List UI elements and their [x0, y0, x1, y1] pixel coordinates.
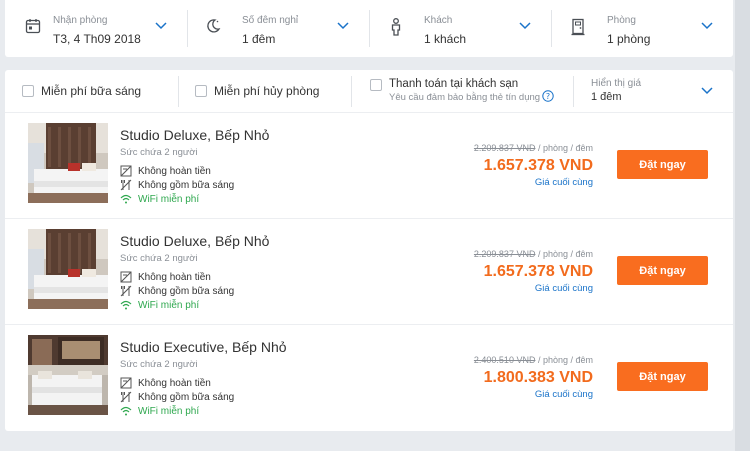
nights-value: 1 đêm — [242, 32, 276, 46]
nights-label: Số đêm nghỉ — [242, 15, 299, 26]
feature-no-refund: Không hoàn tiền — [120, 271, 211, 283]
person-icon — [391, 18, 401, 36]
discounted-price: 1.800.383 VND — [483, 369, 593, 386]
cutlery-icon — [120, 179, 132, 191]
feature-wifi: WiFi miễn phí — [120, 299, 199, 311]
room-photo[interactable] — [28, 335, 108, 415]
breakfast-checkbox[interactable] — [22, 85, 34, 97]
room-photo[interactable] — [28, 229, 108, 309]
feature-no-refund: Không hoàn tiền — [120, 377, 211, 389]
room-capacity: Sức chứa 2 người — [120, 147, 198, 158]
room-name[interactable]: Studio Deluxe, Bếp Nhỏ — [120, 127, 269, 143]
chevron-down-icon[interactable] — [701, 87, 713, 95]
discounted-price: 1.657.378 VND — [483, 157, 593, 174]
wifi-icon — [120, 194, 132, 204]
final-price-link[interactable]: Giá cuối cùng — [535, 389, 593, 400]
original-price: 2.209.837 VND / phòng / đêm — [473, 249, 593, 259]
wifi-icon — [120, 406, 132, 416]
room-photo[interactable] — [28, 123, 108, 203]
filter-breakfast[interactable]: Miễn phí bữa sáng — [5, 70, 178, 113]
no-refund-icon — [120, 165, 132, 177]
checkin-label: Nhận phòng — [53, 15, 108, 26]
checkin-value: T3, 4 Th09 2018 — [53, 32, 141, 46]
pay-at-hotel-checkbox[interactable] — [370, 79, 382, 91]
guests-label: Khách — [424, 15, 453, 26]
breakfast-label: Miễn phí bữa sáng — [41, 84, 142, 98]
price-display-value: 1 đêm — [591, 91, 622, 103]
original-price: 2.400.510 VND / phòng / đêm — [473, 355, 593, 365]
cutlery-icon — [120, 285, 132, 297]
room-card: Studio Deluxe, Bếp Nhỏ Sức chứa 2 người … — [5, 219, 733, 325]
no-refund-icon — [120, 377, 132, 389]
discounted-price: 1.657.378 VND — [483, 263, 593, 280]
room-name[interactable]: Studio Deluxe, Bếp Nhỏ — [120, 233, 269, 249]
room-name[interactable]: Studio Executive, Bếp Nhỏ — [120, 339, 287, 355]
wifi-icon — [120, 300, 132, 310]
free-cancel-checkbox[interactable] — [195, 85, 207, 97]
filter-bar: Miễn phí bữa sáng Miễn phí hủy phòng Tha… — [5, 70, 733, 113]
search-bar: Nhận phòng T3, 4 Th09 2018 Số đêm nghỉ 1… — [5, 0, 733, 57]
rooms-label: Phòng — [607, 15, 636, 26]
book-now-button[interactable]: Đặt ngay — [617, 362, 708, 391]
chevron-down-icon[interactable] — [701, 22, 713, 30]
rooms-field[interactable]: Phòng 1 phòng — [551, 0, 733, 57]
book-now-button[interactable]: Đặt ngay — [617, 256, 708, 285]
pay-at-hotel-label: Thanh toán tại khách sạn — [389, 78, 519, 90]
feature-no-breakfast: Không gồm bữa sáng — [120, 391, 234, 403]
book-now-button[interactable]: Đặt ngay — [617, 150, 708, 179]
svg-text:?: ? — [546, 92, 550, 101]
final-price-link[interactable]: Giá cuối cùng — [535, 177, 593, 188]
feature-no-breakfast: Không gồm bữa sáng — [120, 285, 234, 297]
rooms-value: 1 phòng — [607, 32, 651, 46]
chevron-down-icon[interactable] — [519, 22, 531, 30]
room-list: Studio Deluxe, Bếp Nhỏ Sức chứa 2 người … — [5, 113, 733, 431]
filter-free-cancel[interactable]: Miễn phí hủy phòng — [178, 70, 351, 113]
feature-wifi: WiFi miễn phí — [120, 405, 199, 417]
calendar-icon — [25, 19, 41, 34]
nights-field[interactable]: Số đêm nghỉ 1 đêm — [187, 0, 369, 57]
help-icon[interactable]: ? — [542, 90, 554, 102]
filter-pay-at-hotel[interactable]: Thanh toán tại khách sạn Yêu cầu đảm bảo… — [351, 70, 573, 113]
chevron-down-icon[interactable] — [155, 22, 167, 30]
room-capacity: Sức chứa 2 người — [120, 253, 198, 264]
cutlery-icon — [120, 391, 132, 403]
moon-icon — [207, 19, 221, 33]
page-edge — [735, 0, 750, 451]
pay-at-hotel-sublabel: Yêu cầu đảm bảo bằng thẻ tín dụng — [389, 92, 541, 103]
door-icon — [571, 18, 585, 36]
original-price: 2.209.837 VND / phòng / đêm — [473, 143, 593, 153]
guests-field[interactable]: Khách 1 khách — [369, 0, 551, 57]
final-price-link[interactable]: Giá cuối cùng — [535, 283, 593, 294]
free-cancel-label: Miễn phí hủy phòng — [214, 84, 320, 98]
feature-wifi: WiFi miễn phí — [120, 193, 199, 205]
no-refund-icon — [120, 271, 132, 283]
feature-no-breakfast: Không gồm bữa sáng — [120, 179, 234, 191]
room-capacity: Sức chứa 2 người — [120, 359, 198, 370]
checkin-field[interactable]: Nhận phòng T3, 4 Th09 2018 — [5, 0, 187, 57]
guests-value: 1 khách — [424, 32, 467, 46]
room-card: Studio Executive, Bếp Nhỏ Sức chứa 2 ngư… — [5, 325, 733, 431]
chevron-down-icon[interactable] — [337, 22, 349, 30]
feature-no-refund: Không hoàn tiền — [120, 165, 211, 177]
price-display-label: Hiển thị giá — [591, 78, 642, 89]
price-display-select[interactable]: Hiển thị giá 1 đêm — [573, 70, 733, 113]
room-card: Studio Deluxe, Bếp Nhỏ Sức chứa 2 người … — [5, 113, 733, 219]
